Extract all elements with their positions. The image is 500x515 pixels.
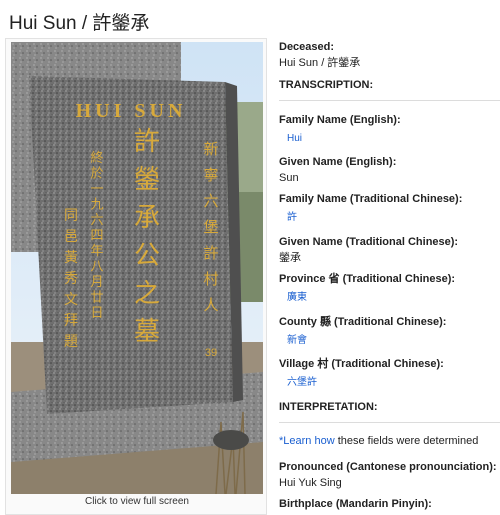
county-label: County 縣 (Traditional Chinese): [279,316,447,328]
transcription-section: TRANSCRIPTION: [279,78,500,92]
stone-left-column-2: 同邑黃秀文拜題 [64,208,78,350]
stone-left-1-char: 終 [90,150,103,166]
stone-left-2-char: 題 [64,334,78,350]
village-field: Village 村 (Traditional Chinese): 六堡許 [279,357,500,390]
stone-right-char: 寧 [203,166,218,184]
county-value[interactable]: 新會 [287,334,500,348]
stone-main-char: 之 [134,279,160,309]
interpretation-divider [279,422,500,423]
stone-left-1-char: 六 [90,213,103,228]
learn-how-line: *Learn how these fields were determined [279,434,500,448]
stone-main-char: 墓 [134,317,160,347]
stone-left-1-char: 廿 [90,291,103,306]
given-en-field: Given Name (English): Sun [279,155,500,185]
village-label: Village 村 (Traditional Chinese): [279,358,444,370]
given-en-value: Sun [279,172,299,184]
stone-left-2-char: 邑 [64,229,78,245]
stone-left-column-1: 終於一九六四年八月廿日 [90,150,103,321]
headstone-photo[interactable]: HUI SUN 許鎣承公之墓 新寧六堡許村人 終於一九六四年八月廿日 同邑黃秀文… [11,42,263,494]
pronounced-field: Pronounced (Cantonese pronounciation): H… [279,460,500,490]
stone-right-char: 村 [203,270,218,288]
province-label: Province 省 (Traditional Chinese): [279,273,456,285]
stone-right-char: 許 [203,244,218,262]
stone-left-1-char: 四 [90,229,103,244]
pronounced-label: Pronounced (Cantonese pronounciation): [279,461,497,473]
stone-left-1-char: 九 [90,198,103,213]
pronounced-value: Hui Yuk Sing [279,477,342,489]
stone-left-2-char: 文 [64,292,78,308]
stone-right-char: 新 [203,140,218,158]
stone-main-char: 鎣 [134,165,160,195]
stone-right-char: 堡 [203,218,218,236]
family-tc-label: Family Name (Traditional Chinese): [279,193,463,205]
province-field: Province 省 (Traditional Chinese): 廣東 [279,272,500,305]
stone-left-2-char: 拜 [64,313,78,329]
stone-left-2-char: 同 [64,208,78,224]
village-value[interactable]: 六堡許 [287,376,500,390]
county-field: County 縣 (Traditional Chinese): 新會 [279,315,500,348]
stone-left-1-char: 年 [90,244,103,259]
given-tc-value: 鎣承 [279,252,301,264]
photo-panel: HUI SUN 許鎣承公之墓 新寧六堡許村人 終於一九六四年八月廿日 同邑黃秀文… [5,38,267,515]
stone-left-1-char: 日 [90,306,103,321]
family-en-field: Family Name (English): Hui [279,113,500,146]
stone-english-text: HUI SUN [76,100,187,122]
learn-how-link[interactable]: *Learn how [279,435,335,447]
photo-caption[interactable]: Click to view full screen [6,496,268,507]
province-value[interactable]: 廣東 [287,291,500,305]
family-en-value[interactable]: Hui [287,132,500,146]
given-tc-label: Given Name (Traditional Chinese): [279,236,459,248]
family-tc-field: Family Name (Traditional Chinese): 許 [279,192,500,225]
stone-age-text: 39 [205,347,217,359]
interpretation-section: INTERPRETATION: [279,400,500,414]
family-en-label: Family Name (English): [279,114,401,126]
stone-left-2-char: 黃 [64,250,78,266]
stone-right-char: 六 [203,192,218,210]
given-tc-field: Given Name (Traditional Chinese): 鎣承 [279,235,500,265]
deceased-label: Deceased: [279,41,335,53]
stone-main-char: 承 [134,203,160,233]
transcription-heading: TRANSCRIPTION: [279,79,374,91]
learn-how-text: these fields were determined [334,435,479,447]
stone-left-1-char: 月 [90,275,103,290]
stone-left-1-char: 於 [90,166,103,182]
stone-left-1-char: 一 [90,182,103,197]
family-tc-value[interactable]: 許 [287,211,500,225]
stone-left-1-char: 八 [90,260,103,275]
stone-main-char: 許 [134,127,160,157]
stone-right-char: 人 [203,296,218,314]
birthplace-field: Birthplace (Mandarin Pinyin): [279,497,500,511]
stone-main-char: 公 [134,241,160,271]
interpretation-heading: INTERPRETATION: [279,401,378,413]
stone-right-column: 新寧六堡許村人 [203,140,218,314]
deceased-value: Hui Sun / 許鎣承 [279,57,361,69]
birthplace-label: Birthplace (Mandarin Pinyin): [279,498,432,510]
transcription-divider [279,100,500,101]
given-en-label: Given Name (English): [279,156,397,168]
page-title: Hui Sun / 許鎣承 [9,13,150,34]
stone-left-2-char: 秀 [64,271,78,287]
deceased-field: Deceased: Hui Sun / 許鎣承 [279,40,500,70]
